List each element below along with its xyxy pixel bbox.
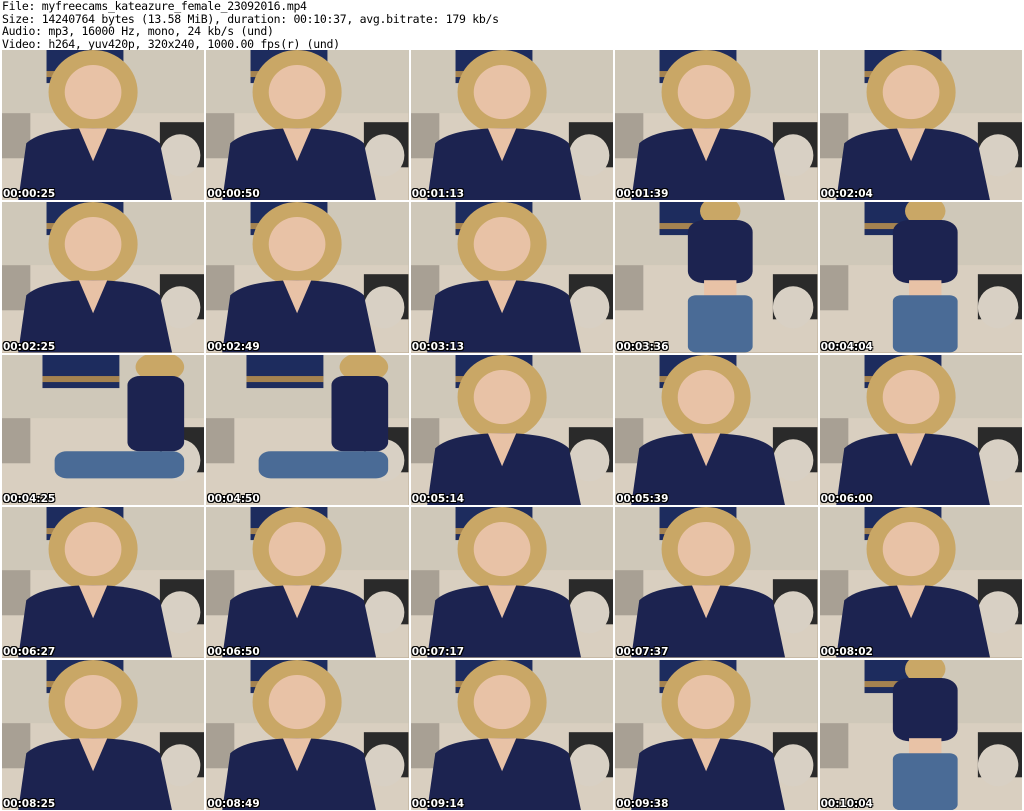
- timestamp-label: 00:02:04: [820, 188, 873, 201]
- timestamp-label: 00:01:13: [411, 188, 465, 201]
- thumbnail-frame: 00:08:49: [206, 659, 409, 810]
- frame-image: [206, 354, 409, 506]
- frame-image: [819, 507, 1022, 658]
- timestamp-label: 00:05:39: [616, 493, 669, 506]
- timestamp-label: 00:09:14: [411, 797, 465, 810]
- thumbnail-frame: 00:05:39: [615, 354, 818, 506]
- frame-image: [615, 659, 818, 810]
- timestamp-label: 00:10:04: [820, 797, 873, 810]
- thumbnail-frame: 00:02:25: [2, 202, 205, 353]
- frame-image: [410, 202, 614, 353]
- thumbnail-frame: 00:00:50: [206, 50, 409, 201]
- thumbnail-frame: 00:00:25: [2, 50, 205, 201]
- timestamp-label: 00:08:49: [207, 797, 260, 810]
- frame-image: [615, 202, 818, 353]
- frame-image: [206, 202, 409, 353]
- frame-image: [206, 659, 409, 810]
- frame-image: [206, 50, 409, 201]
- timestamp-label: 00:00:50: [207, 188, 260, 201]
- frame-image: [615, 354, 818, 506]
- frame-image: [2, 659, 205, 810]
- timestamp-label: 00:06:50: [207, 645, 260, 658]
- timestamp-label: 00:02:25: [3, 340, 56, 353]
- timestamp-label: 00:08:25: [3, 797, 56, 810]
- thumbnail-frame: 00:02:04: [819, 50, 1022, 201]
- thumbnail-frame: 00:04:25: [2, 354, 205, 506]
- thumbnail-frame: 00:10:04: [819, 659, 1022, 810]
- timestamp-label: 00:07:17: [411, 645, 465, 658]
- thumbnail-frame: 00:08:02: [819, 507, 1022, 658]
- frame-image: [410, 354, 614, 506]
- frame-image: [819, 659, 1022, 810]
- info-header: File: myfreecams_kateazure_female_230920…: [2, 0, 1022, 50]
- timestamp-label: 00:04:04: [820, 340, 873, 353]
- timestamp-label: 00:04:25: [3, 493, 56, 506]
- thumbnail-grid: 00:00:25 00:00:50 00:01:13 00:01:39 00:02:04…: [2, 50, 1022, 810]
- frame-image: [615, 507, 818, 658]
- frame-image: [410, 507, 614, 658]
- timestamp-label: 00:00:25: [3, 188, 56, 201]
- timestamp-label: 00:03:36: [616, 340, 669, 353]
- thumbnail-frame: 00:04:04: [819, 202, 1022, 353]
- frame-image: [2, 50, 205, 201]
- thumbnail-frame: 00:03:36: [615, 202, 818, 353]
- frame-image: [615, 50, 818, 201]
- thumbnail-frame: 00:06:00: [819, 354, 1022, 506]
- thumbnail-frame: 00:07:17: [410, 507, 614, 658]
- thumbnail-frame: 00:07:37: [615, 507, 818, 658]
- timestamp-label: 00:09:38: [616, 797, 669, 810]
- audio-info-line: Audio: mp3, 16000 Hz, mono, 24 kb/s (und…: [2, 24, 274, 38]
- timestamp-label: 00:05:14: [411, 493, 465, 506]
- frame-image: [410, 50, 614, 201]
- thumbnail-frame: 00:01:39: [615, 50, 818, 201]
- timestamp-label: 00:08:02: [820, 645, 873, 658]
- thumbnail-frame: 00:06:27: [2, 507, 205, 658]
- timestamp-label: 00:01:39: [616, 188, 669, 201]
- frame-image: [410, 659, 614, 810]
- thumbnail-frame: 00:09:14: [410, 659, 614, 810]
- thumbnail-frame: 00:02:49: [206, 202, 409, 353]
- video-info-line: Video: h264, yuv420p, 320x240, 1000.00 f…: [2, 36, 340, 51]
- thumbnail-frame: 00:06:50: [206, 507, 409, 658]
- thumbnail-frame: 00:03:13: [410, 202, 614, 353]
- timestamp-label: 00:06:00: [820, 493, 873, 506]
- timestamp-label: 00:03:13: [411, 340, 465, 353]
- frame-image: [819, 354, 1022, 506]
- frame-image: [2, 202, 205, 353]
- timestamp-label: 00:07:37: [616, 645, 669, 658]
- file-info-line: File: myfreecams_kateazure_female_230920…: [2, 0, 307, 13]
- thumbnail-frame: 00:09:38: [615, 659, 818, 810]
- thumbnail-frame: 00:04:50: [206, 354, 409, 506]
- frame-image: [819, 50, 1022, 201]
- thumbnail-frame: 00:05:14: [410, 354, 614, 506]
- thumbnail-frame: 00:08:25: [2, 659, 205, 810]
- timestamp-label: 00:02:49: [207, 340, 260, 353]
- timestamp-label: 00:04:50: [207, 493, 260, 506]
- timestamp-label: 00:06:27: [3, 645, 56, 658]
- thumbnail-frame: 00:01:13: [410, 50, 614, 201]
- frame-image: [206, 507, 409, 658]
- frame-image: [819, 202, 1022, 353]
- frame-image: [2, 354, 205, 506]
- frame-image: [2, 507, 205, 658]
